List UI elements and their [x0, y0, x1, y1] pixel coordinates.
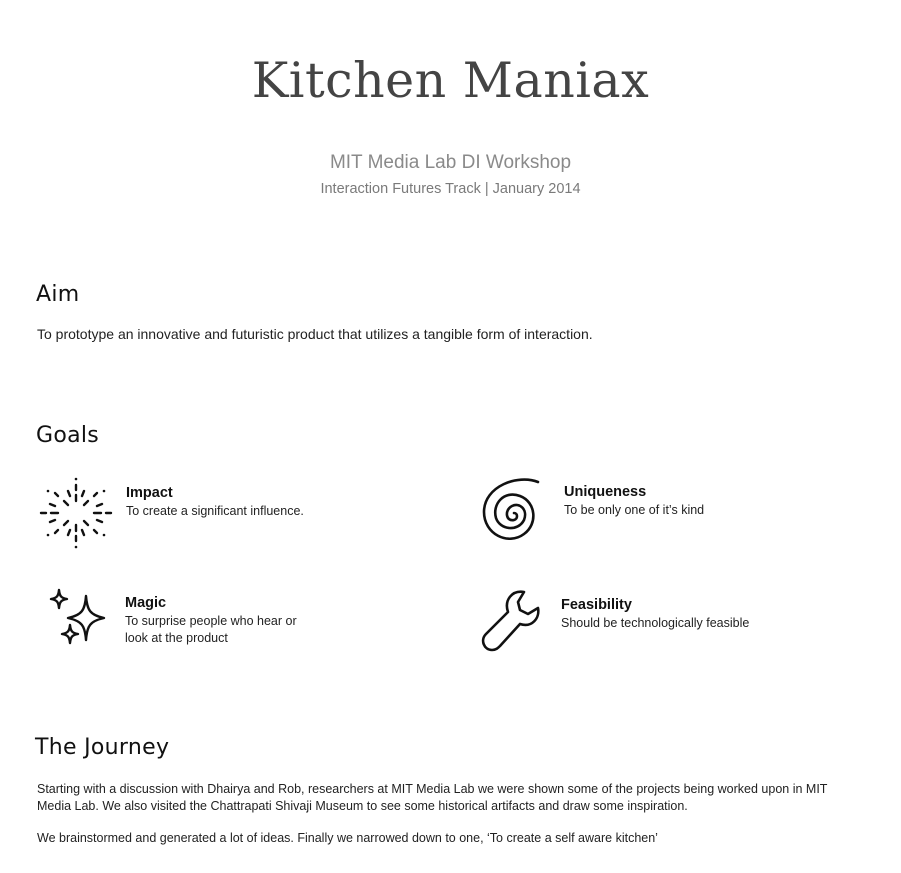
- goal-magic-desc: To surprise people who hear or look at t…: [125, 614, 297, 645]
- journey-paragraph-1: Starting with a discussion with Dhairya …: [37, 782, 828, 813]
- goal-impact-title: Impact: [126, 485, 173, 501]
- page-subtitle: MIT Media Lab DI Workshop: [329, 152, 572, 173]
- journey-heading: The Journey: [35, 735, 170, 760]
- sparkles-icon: [48, 588, 106, 648]
- burst-icon: [38, 476, 114, 550]
- goal-magic-title: Magic: [125, 595, 167, 611]
- goal-uniqueness-title: Uniqueness: [564, 484, 647, 500]
- journey-paragraph-2: We brainstormed and generated a lot of i…: [37, 831, 658, 845]
- track-date-line: Interaction Futures Track | January 2014: [320, 181, 581, 197]
- goal-uniqueness-desc: To be only one of it’s kind: [564, 503, 705, 517]
- page-title: Kitchen Maniax: [251, 52, 650, 109]
- aim-text: To prototype an innovative and futuristi…: [37, 326, 593, 342]
- aim-heading: Aim: [36, 282, 80, 307]
- goal-impact-desc: To create a significant influence.: [126, 504, 304, 518]
- spiral-icon: [478, 476, 544, 546]
- goal-feasibility-title: Feasibility: [561, 597, 632, 613]
- wrench-icon: [478, 588, 542, 654]
- goal-feasibility-desc: Should be technologically feasible: [561, 616, 750, 630]
- goals-heading: Goals: [36, 423, 100, 448]
